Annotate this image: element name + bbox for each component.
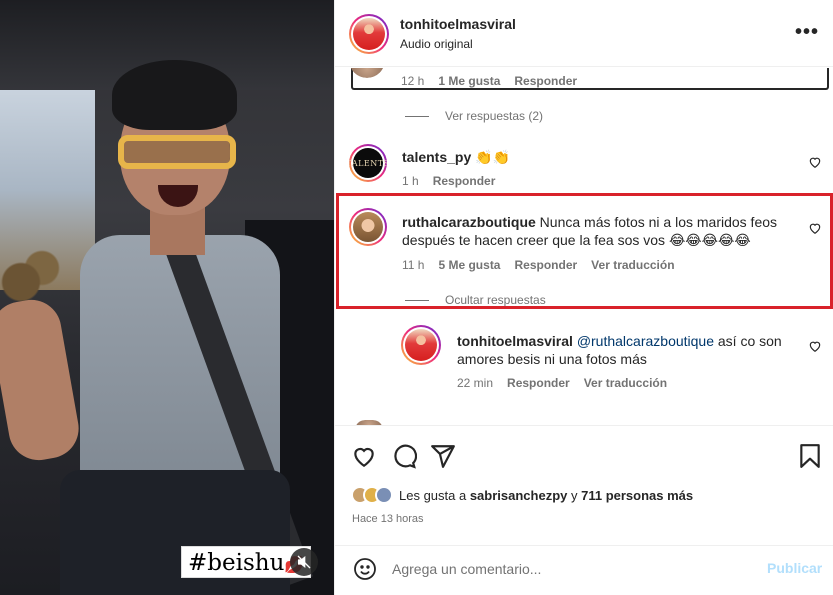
audio-label[interactable]: Audio original	[400, 37, 473, 51]
hashtag-text: #beishu	[188, 550, 285, 576]
car-window	[0, 90, 95, 310]
emoji-icon[interactable]	[353, 557, 377, 581]
likes-prefix: Les gusta a	[399, 487, 470, 503]
comment-time: 1 h	[402, 174, 419, 188]
person-arm	[0, 295, 84, 465]
talents-comment-meta: 1 h Responder	[402, 174, 509, 188]
publish-button[interactable]: Publicar	[767, 560, 822, 576]
previous-comment-meta: 12 h 1 Me gusta Responder	[401, 74, 591, 88]
comment-time: 12 h	[401, 74, 425, 88]
reply-author-avatar[interactable]	[401, 325, 441, 365]
likes-count-link[interactable]: 711 personas más	[581, 488, 693, 503]
post-time[interactable]: Hace 13 horas	[352, 513, 424, 525]
person-sunglasses	[118, 135, 236, 169]
comment-username[interactable]: tonhitoelmasviral	[457, 333, 573, 349]
post-side-panel: tonhitoelmasviral Audio original ••• 12 …	[334, 0, 833, 595]
view-replies-label: Ver respuestas (2)	[445, 109, 544, 123]
share-paper-plane-icon[interactable]	[430, 443, 456, 469]
reply-comment-meta: 22 min Responder Ver traducción	[457, 376, 681, 390]
add-comment-bar: Publicar	[335, 545, 833, 595]
view-replies-button[interactable]: Ver respuestas (2)	[405, 109, 543, 123]
author-avatar[interactable]	[349, 14, 389, 54]
comment-likes[interactable]: 1 Me gusta	[438, 74, 500, 88]
talents-avatar[interactable]: TALENTS	[349, 144, 387, 182]
bookmark-icon[interactable]	[797, 443, 823, 469]
like-heart-icon[interactable]	[351, 443, 377, 469]
comment-text: 👏👏	[475, 149, 511, 165]
likes-and: y	[567, 487, 582, 503]
likes-text: Les gusta a sabrisanchezpy y 711 persona…	[399, 488, 693, 503]
comment-highlight-box	[336, 193, 833, 309]
reply-button[interactable]: Responder	[507, 376, 570, 390]
comment-username[interactable]: talents_py	[402, 149, 471, 165]
comment-bubble-icon[interactable]	[391, 443, 417, 469]
more-options-icon[interactable]: •••	[795, 22, 819, 42]
comment-reply: tonhitoelmasviral @ruthalcarazboutique a…	[457, 332, 787, 368]
comment-input[interactable]	[392, 558, 752, 580]
liker-avatar[interactable]	[375, 486, 393, 504]
person-hair	[112, 60, 237, 130]
comment-time: 22 min	[457, 376, 494, 390]
post-actions: Les gusta a sabrisanchezpy y 711 persona…	[335, 425, 833, 545]
post-header: tonhitoelmasviral Audio original •••	[335, 0, 833, 67]
see-translation-button[interactable]: Ver traducción	[584, 376, 667, 390]
like-heart-icon[interactable]	[808, 155, 822, 169]
mention-link[interactable]: @ruthalcarazboutique	[577, 333, 714, 349]
author-username[interactable]: tonhitoelmasviral	[400, 16, 516, 32]
likes-summary: Les gusta a sabrisanchezpy y 711 persona…	[351, 486, 693, 504]
reply-button[interactable]: Responder	[514, 74, 577, 88]
speaker-muted-icon	[297, 555, 311, 569]
talents-avatar-text: TALENTS	[349, 148, 387, 178]
likes-user-link[interactable]: sabrisanchezpy	[470, 488, 568, 503]
divider-dash	[405, 115, 429, 117]
post-media[interactable]: #beishu💋	[0, 0, 334, 595]
reply-button[interactable]: Responder	[433, 174, 496, 188]
like-heart-icon[interactable]	[808, 339, 822, 353]
comment-talents: talents_py 👏👏	[402, 148, 510, 166]
mute-button[interactable]	[290, 548, 318, 576]
